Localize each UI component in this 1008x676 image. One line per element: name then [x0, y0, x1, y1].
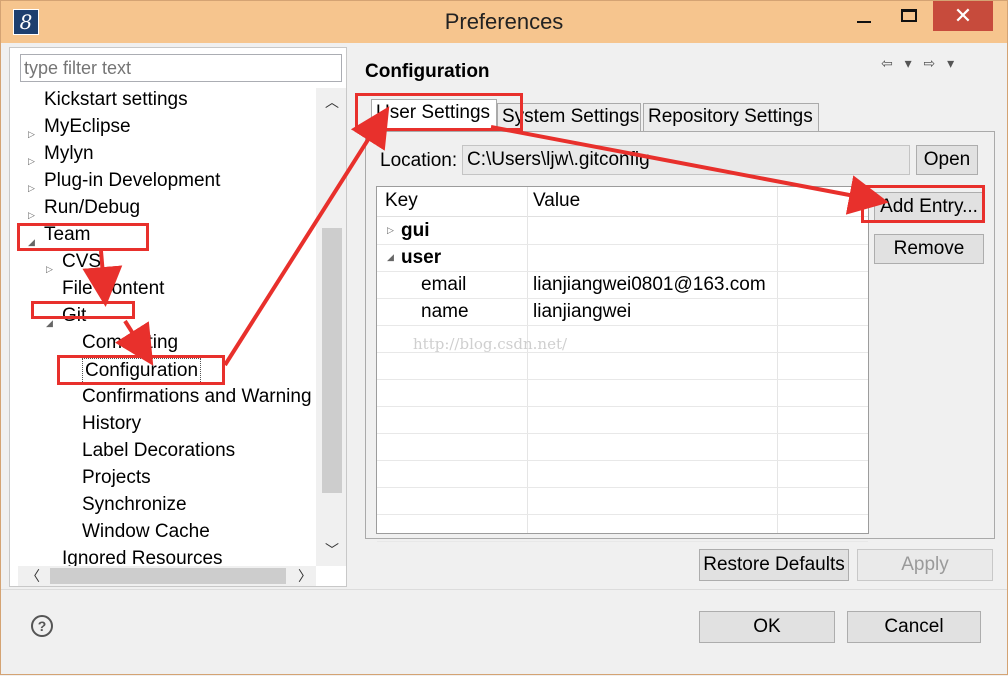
- tree-item-label: Synchronize: [82, 494, 187, 515]
- cancel-button[interactable]: Cancel: [847, 611, 981, 643]
- collapse-arrow-icon[interactable]: ◢: [387, 252, 394, 263]
- horizontal-scrollbar[interactable]: 〈 〉: [18, 566, 316, 586]
- tree-item-label: Configuration: [82, 358, 202, 384]
- scroll-right-icon[interactable]: 〉: [298, 566, 312, 586]
- scroll-up-icon[interactable]: ︿: [325, 92, 339, 112]
- tab-user-settings[interactable]: User Settings: [371, 99, 497, 131]
- table-row[interactable]: name lianjiangwei: [377, 299, 868, 326]
- empty-table-row: [377, 353, 868, 380]
- tree-item-label: MyEclipse: [44, 116, 131, 137]
- minimize-button[interactable]: [843, 1, 883, 31]
- tree-item-label: Projects: [82, 467, 151, 488]
- table-header: Key Value: [377, 187, 868, 217]
- row-key: name: [421, 301, 469, 322]
- minimize-icon: [857, 21, 871, 23]
- scroll-left-icon[interactable]: 〈: [26, 566, 40, 586]
- tree-item-label: File Content: [62, 278, 165, 299]
- row-value: lianjiangwei0801@163.com: [533, 274, 766, 295]
- expand-arrow-icon[interactable]: ▷: [28, 122, 35, 146]
- apply-button[interactable]: Apply: [857, 549, 993, 581]
- location-label: Location:: [380, 150, 458, 171]
- table-row[interactable]: ◢ user: [377, 245, 868, 272]
- open-button[interactable]: Open: [916, 145, 978, 175]
- watermark: http://blog.csdn.net/: [413, 335, 568, 353]
- column-header-key[interactable]: Key: [385, 190, 418, 212]
- row-value: lianjiangwei: [533, 301, 632, 322]
- help-icon[interactable]: ?: [31, 615, 53, 637]
- footer-divider: [1, 589, 1007, 590]
- maximize-icon: [901, 9, 917, 22]
- vertical-scroll-thumb[interactable]: [322, 228, 342, 493]
- row-key: email: [421, 274, 467, 295]
- tree-item-label: Kickstart settings: [44, 89, 188, 110]
- page-title: Configuration: [365, 61, 490, 82]
- ok-button[interactable]: OK: [699, 611, 835, 643]
- horizontal-scroll-thumb[interactable]: [50, 568, 286, 584]
- tree-item-label: Mylyn: [44, 143, 94, 164]
- tree-item-label: History: [82, 413, 142, 434]
- scroll-down-icon[interactable]: ﹀: [325, 540, 339, 560]
- add-entry-button[interactable]: Add Entry...: [874, 192, 984, 222]
- expand-arrow-icon[interactable]: ▷: [28, 176, 35, 200]
- config-table: Key Value ▷ gui ◢ user email lianjiangwei0801…: [376, 186, 869, 542]
- empty-table-row: [377, 434, 868, 461]
- tree-item-label: Confirmations and Warning: [82, 386, 312, 407]
- tab-repository-settings[interactable]: Repository Settings: [643, 103, 819, 131]
- tree-item-label: Run/Debug: [44, 197, 141, 218]
- row-key: gui: [401, 220, 430, 241]
- column-header-value[interactable]: Value: [533, 190, 580, 212]
- tree-item-label: Committing: [82, 332, 179, 353]
- filter-input[interactable]: [20, 54, 342, 82]
- collapse-arrow-icon[interactable]: ◢: [46, 311, 53, 335]
- table-row[interactable]: email lianjiangwei0801@163.com: [377, 272, 868, 299]
- row-key: user: [401, 247, 442, 268]
- preference-tree-panel: Kickstart settings ▷ MyEclipse ▷ Mylyn ▷ Plug-…: [9, 47, 347, 587]
- location-field[interactable]: C:\Users\ljw\.gitconfig: [462, 145, 910, 175]
- title-bar[interactable]: 8 Preferences ✕: [1, 1, 1007, 43]
- expand-arrow-icon[interactable]: ▷: [387, 225, 394, 236]
- table-row[interactable]: ▷ gui: [377, 218, 868, 245]
- expand-arrow-icon[interactable]: ▷: [28, 149, 35, 173]
- user-settings-panel: Location: C:\Users\ljw\.gitconfig Open K…: [365, 131, 995, 542]
- empty-table-row: [377, 488, 868, 515]
- tab-system-settings[interactable]: System Settings: [497, 103, 641, 131]
- preferences-window: 8 Preferences ✕ Kickstart settings ▷ MyEcl…: [0, 0, 1008, 675]
- maximize-button[interactable]: [887, 1, 931, 31]
- empty-table-row: [377, 380, 868, 407]
- expand-arrow-icon[interactable]: ▷: [28, 203, 35, 227]
- empty-table-row: [377, 515, 868, 542]
- tree-item-label: Git: [62, 305, 87, 326]
- history-nav-icons[interactable]: ⇦ ▾ ⇨ ▾: [881, 55, 958, 72]
- close-button[interactable]: ✕: [933, 1, 993, 31]
- collapse-arrow-icon[interactable]: ◢: [28, 230, 35, 254]
- remove-button[interactable]: Remove: [874, 234, 984, 264]
- empty-table-row: [377, 407, 868, 434]
- preference-tree: Kickstart settings ▷ MyEclipse ▷ Mylyn ▷ Plug-…: [10, 88, 316, 566]
- vertical-scrollbar[interactable]: ︿ ﹀: [316, 88, 346, 566]
- tree-item-label: CVS: [62, 251, 102, 272]
- tree-item-label: Team: [44, 224, 91, 245]
- empty-table-row: [377, 461, 868, 488]
- tree-item-label: Plug-in Development: [44, 170, 221, 191]
- expand-arrow-icon[interactable]: ▷: [46, 257, 53, 281]
- restore-defaults-button[interactable]: Restore Defaults: [699, 549, 849, 581]
- tree-item-label: Window Cache: [82, 521, 210, 542]
- tree-item-label: Label Decorations: [82, 440, 236, 461]
- tree-item-label: Ignored Resources: [62, 548, 223, 566]
